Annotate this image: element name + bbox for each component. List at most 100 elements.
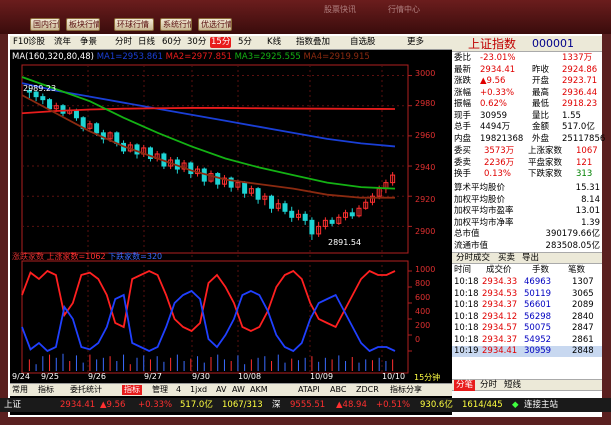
quote-value: 30959	[480, 110, 508, 121]
tab-intraday[interactable]: 分时	[480, 380, 497, 391]
quote-value: 19821368	[480, 133, 524, 144]
toolbar-kline[interactable]: K线	[267, 37, 281, 48]
valuation-label: 算术平均股价	[454, 183, 506, 193]
trade-price: 2934.57	[482, 323, 518, 333]
bottom-tab-atapi[interactable]: ATAPI	[298, 385, 320, 395]
toolbar-f10[interactable]: F10	[13, 37, 29, 48]
high-price-label: 2989.23	[23, 84, 57, 93]
quote-label: 内盘	[454, 133, 472, 144]
toolbar-scene[interactable]: 争景	[80, 37, 97, 48]
nav-button-domestic[interactable]: 国内行情	[30, 18, 60, 31]
status-sz-name: 深	[272, 400, 281, 410]
index-code: 000001	[532, 37, 574, 50]
status-sh-name: 上证	[4, 400, 22, 410]
trade-time: 10:18	[454, 288, 479, 299]
bottom-tab-1jxd[interactable]: 1jxd	[190, 385, 207, 395]
bottom-tab-abc[interactable]: ABC	[330, 385, 346, 395]
nav-button-preferred[interactable]: 优选行情	[198, 18, 232, 31]
top-faded-link-1[interactable]: 股票快讯	[324, 4, 356, 15]
candle-down	[242, 182, 248, 194]
date-tick-0926: 9/26	[88, 372, 106, 381]
quote-label: 涨跌	[454, 76, 472, 86]
toolbar-daily[interactable]: 日线	[138, 37, 155, 48]
toolbar-5min[interactable]: 5分	[238, 37, 252, 48]
quote-value: 517.0亿	[562, 122, 595, 132]
bottom-tab-indicator-active[interactable]: 指标	[122, 385, 142, 395]
toolbar-index-overlay[interactable]: 指数叠加	[296, 37, 330, 48]
nav-button-system[interactable]: 系统行情	[160, 18, 192, 31]
nav-button-global[interactable]: 环球行情	[114, 18, 154, 31]
quote-panel: 上证指数 000001 委比 -23.01% 1337万 最新 2934.41 昨收 292…	[452, 36, 606, 416]
price-chart[interactable]	[10, 49, 452, 383]
low-price-label: 2891.54	[328, 238, 362, 247]
quote-value: 0.62%	[480, 99, 508, 109]
trade-count: 2861	[572, 334, 594, 345]
tab-time-trades[interactable]: 分时成交	[456, 253, 490, 264]
bottom-tab-aw[interactable]: AW	[232, 385, 245, 395]
valuation-value: 283508.05亿	[545, 240, 600, 251]
bottom-tab-zdcr[interactable]: ZDCR	[356, 385, 379, 395]
toolbar-15min[interactable]: 15分	[210, 37, 232, 48]
bottom-tab-akm[interactable]: AKM	[250, 385, 268, 395]
valuation-row: 加权平均股价 8.14	[452, 195, 602, 206]
ind-tick-400: 400	[415, 307, 431, 316]
indicator-up: 上涨家数=1062	[46, 252, 106, 261]
trade-price: 2934.37	[482, 334, 518, 345]
top-navigation: 股票快讯 行情中心 国内行情 板块行情 环球行情 系统行情 优选行情	[0, 0, 611, 34]
quote-label: 开盘	[532, 76, 550, 86]
quote-label: 现手	[454, 110, 472, 121]
trade-volume: 56298	[524, 311, 552, 322]
toolbar-more[interactable]: 更多	[407, 37, 424, 48]
bottom-tab-common[interactable]: 常用	[12, 385, 28, 395]
bottom-tab-indicator[interactable]: 指标	[38, 385, 54, 395]
quote-label: 振幅	[454, 99, 472, 109]
quote-label: 总手	[454, 122, 472, 132]
breadth-value: 3573万	[484, 146, 515, 156]
trade-row: 10:18 2934.12 56298 2840	[452, 312, 602, 323]
bottom-tab-manage[interactable]: 管理	[152, 385, 168, 395]
toolbar-watchlist[interactable]: 自选股	[350, 37, 376, 48]
quote-row: 涨跌 ▲9.56 开盘 2923.71	[452, 76, 602, 87]
toolbar-30min[interactable]: 30分	[187, 37, 206, 48]
bottom-tab-share[interactable]: 指标分享	[390, 385, 422, 395]
ind-tick-0: 0	[415, 335, 421, 344]
tab-shortline[interactable]: 短线	[504, 380, 521, 391]
bottom-tab-order-stats[interactable]: 委托统计	[70, 385, 102, 395]
quote-value: 1337万	[562, 53, 593, 63]
toolbar-intraday[interactable]: 分时	[115, 37, 132, 48]
status-sh-pct: +0.33%	[138, 400, 173, 410]
toolbar-diagnose[interactable]: 诊股	[28, 37, 45, 48]
trade-price: 2934.41	[482, 346, 518, 356]
trade-volume: 54952	[524, 334, 552, 345]
quote-label: 昨收	[532, 64, 550, 75]
trade-row: 10:18 2934.37 54952 2861	[452, 335, 602, 346]
valuation-row: 算术平均股价 15.31	[452, 183, 602, 194]
status-sz-price: 9555.51	[290, 400, 326, 410]
trade-price: 2934.37	[482, 300, 518, 310]
candle-down	[349, 212, 355, 217]
bottom-tab-4[interactable]: 4	[176, 385, 181, 395]
quote-value: 25117856	[562, 133, 606, 144]
status-sh-change: ▲9.56	[100, 400, 126, 410]
price-tick-2960: 2960	[415, 131, 436, 140]
candle-down	[255, 188, 261, 200]
bottom-tab-av[interactable]: AV	[216, 385, 226, 395]
status-connection[interactable]: 连接主站	[524, 398, 558, 412]
top-faded-link-2[interactable]: 行情中心	[388, 4, 420, 15]
breadth-value: 0.13%	[484, 169, 512, 179]
trade-count: 3065	[572, 288, 594, 299]
date-tick-1010: 10/10	[382, 372, 406, 381]
index-name: 上证指数	[468, 37, 517, 51]
quote-value: 4494万	[480, 122, 511, 132]
tab-ticks[interactable]: 分笔	[454, 380, 476, 391]
tab-bid-ask[interactable]: 买卖	[498, 253, 515, 264]
toolbar-60min[interactable]: 60分	[162, 37, 181, 48]
toolbar-flow[interactable]: 流年	[54, 37, 71, 48]
status-sz-amount: 930.6亿	[420, 400, 453, 410]
breadth-label: 换手	[454, 169, 472, 179]
nav-button-sector[interactable]: 板块行情	[66, 18, 100, 31]
breadth-value: 313	[576, 169, 593, 179]
trade-time: 10:19	[454, 346, 479, 356]
valuation-value: 13.01	[575, 206, 600, 216]
tab-export[interactable]: 导出	[522, 253, 539, 264]
